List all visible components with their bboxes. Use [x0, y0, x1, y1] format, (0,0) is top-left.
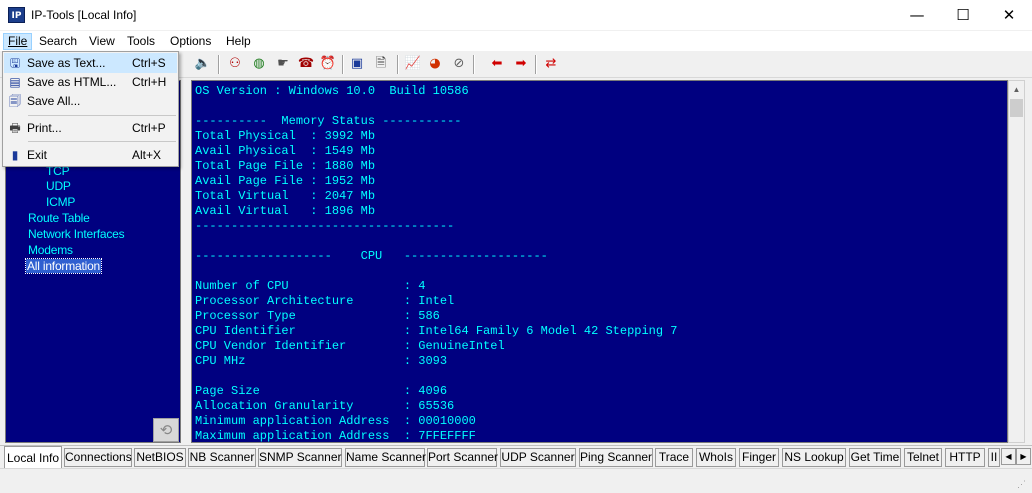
hand-pointer-icon[interactable]: ☛ — [274, 55, 292, 73]
printer-icon: 🖶 — [9, 121, 21, 135]
toolbar-separator — [342, 55, 344, 74]
toolbar-separator — [535, 55, 537, 74]
tab-trace[interactable]: Trace — [655, 448, 693, 467]
tree-item-route-table[interactable]: Route Table — [28, 211, 90, 225]
tree-item-icmp[interactable]: ICMP — [46, 195, 75, 209]
pie-chart-icon[interactable]: ◕ — [426, 55, 444, 73]
arrow-left-icon[interactable]: ⬅ — [488, 55, 506, 73]
tree-item-udp[interactable]: UDP — [46, 179, 71, 193]
menu-separator — [28, 115, 176, 116]
phone-icon[interactable]: ☎ — [297, 55, 315, 73]
menu-search[interactable]: Search — [35, 33, 81, 50]
refresh-button[interactable]: ⟲ — [153, 418, 179, 442]
close-button[interactable]: ✕ — [986, 0, 1032, 30]
menu-file[interactable]: File — [3, 33, 33, 50]
info-output-panel[interactable]: OS Version : Windows 10.0 Build 10586 --… — [191, 80, 1008, 443]
tab-port-scanner[interactable]: Port Scanner — [427, 448, 498, 467]
alarm-clock-icon[interactable]: ⏰ — [319, 55, 337, 73]
tab-finger[interactable]: Finger — [739, 448, 779, 467]
toolbar-separator — [473, 55, 475, 74]
resize-grip-icon[interactable]: ⋰ — [1017, 479, 1029, 491]
window-title: IP-Tools [Local Info] — [31, 8, 137, 22]
menu-separator — [28, 141, 176, 142]
arrow-right-icon[interactable]: ➡ — [512, 55, 530, 73]
menu-bar: File Search View Tools Options Help — [0, 31, 1032, 51]
tab-udp-scanner[interactable]: UDP Scanner — [500, 448, 576, 467]
tab-local-info[interactable]: Local Info — [4, 446, 62, 468]
chart-icon[interactable]: 📈 — [404, 55, 422, 73]
vertical-scrollbar[interactable]: ▲ — [1008, 80, 1025, 443]
tab-http[interactable]: HTTP — [945, 448, 985, 467]
exit-door-icon: ▮ — [11, 148, 19, 162]
save-all-icon: 🗐 — [9, 94, 21, 108]
tree-item-all-information[interactable]: All information — [24, 258, 103, 274]
menu-item-print[interactable]: 🖶 Print... Ctrl+P — [4, 118, 177, 138]
tab-ii[interactable]: II — [988, 448, 1000, 467]
tab-ping-scanner[interactable]: Ping Scanner — [579, 448, 653, 467]
menu-item-exit[interactable]: ▮ Exit Alt+X — [4, 145, 177, 165]
network-icon[interactable]: ⚇ — [226, 55, 244, 73]
title-bar: IP IP-Tools [Local Info] — ☐ ✕ — [0, 0, 1032, 31]
menu-help[interactable]: Help — [222, 33, 255, 50]
scroll-thumb[interactable] — [1010, 99, 1023, 117]
menu-options[interactable]: Options — [166, 33, 215, 50]
menu-tools[interactable]: Tools — [123, 33, 159, 50]
document-icon[interactable]: 🗎 — [372, 55, 390, 73]
tab-name-scanner[interactable]: Name Scanner — [345, 448, 426, 467]
tab-netbios[interactable]: NetBIOS — [134, 448, 186, 467]
menu-item-save-all[interactable]: 🗐 Save All... — [4, 91, 177, 111]
tree-item-network-interfaces[interactable]: Network Interfaces — [28, 227, 125, 241]
globe-icon[interactable]: ◍ — [250, 55, 268, 73]
satellite-dish-icon[interactable]: ⊘ — [450, 55, 468, 73]
tab-bar: Local Info Connections NetBIOS NB Scanner SN… — [0, 445, 1032, 468]
tab-get-time[interactable]: Get Time — [849, 448, 901, 467]
scroll-up-icon[interactable]: ▲ — [1009, 81, 1024, 98]
tab-connections[interactable]: Connections — [64, 448, 132, 467]
tab-ns-lookup[interactable]: NS Lookup — [782, 448, 846, 467]
toolbar-separator — [397, 55, 399, 74]
status-bar: ⋰ — [0, 468, 1032, 493]
tab-scroll-left-icon[interactable]: ◀ — [1001, 448, 1016, 465]
toolbar-separator — [218, 55, 220, 74]
menu-view[interactable]: View — [85, 33, 119, 50]
tree-item-modems[interactable]: Modems — [28, 243, 73, 257]
swap-arrows-icon[interactable]: ⇄ — [542, 55, 560, 73]
menu-item-save-as-text[interactable]: 🖫 Save as Text... Ctrl+S — [4, 53, 177, 73]
menu-item-save-as-html[interactable]: ▤ Save as HTML... Ctrl+H — [4, 72, 177, 92]
speaker-icon[interactable]: 🔈 — [194, 55, 212, 73]
save-text-icon: 🖫 — [9, 56, 21, 70]
info-output-text: OS Version : Windows 10.0 Build 10586 --… — [195, 84, 678, 443]
tab-scroll-right-icon[interactable]: ▶ — [1016, 448, 1031, 465]
app-icon: IP — [8, 7, 25, 23]
tab-telnet[interactable]: Telnet — [904, 448, 942, 467]
maximize-button[interactable]: ☐ — [940, 0, 986, 30]
save-html-icon: ▤ — [9, 75, 21, 89]
tab-nb-scanner[interactable]: NB Scanner — [188, 448, 256, 467]
tab-snmp-scanner[interactable]: SNMP Scanner — [258, 448, 342, 467]
file-menu-dropdown: 🖫 Save as Text... Ctrl+S ▤ Save as HTML.… — [2, 51, 179, 167]
minimize-button[interactable]: — — [894, 0, 940, 30]
tab-whois[interactable]: WhoIs — [696, 448, 736, 467]
computers-icon[interactable]: ▣ — [348, 55, 366, 73]
